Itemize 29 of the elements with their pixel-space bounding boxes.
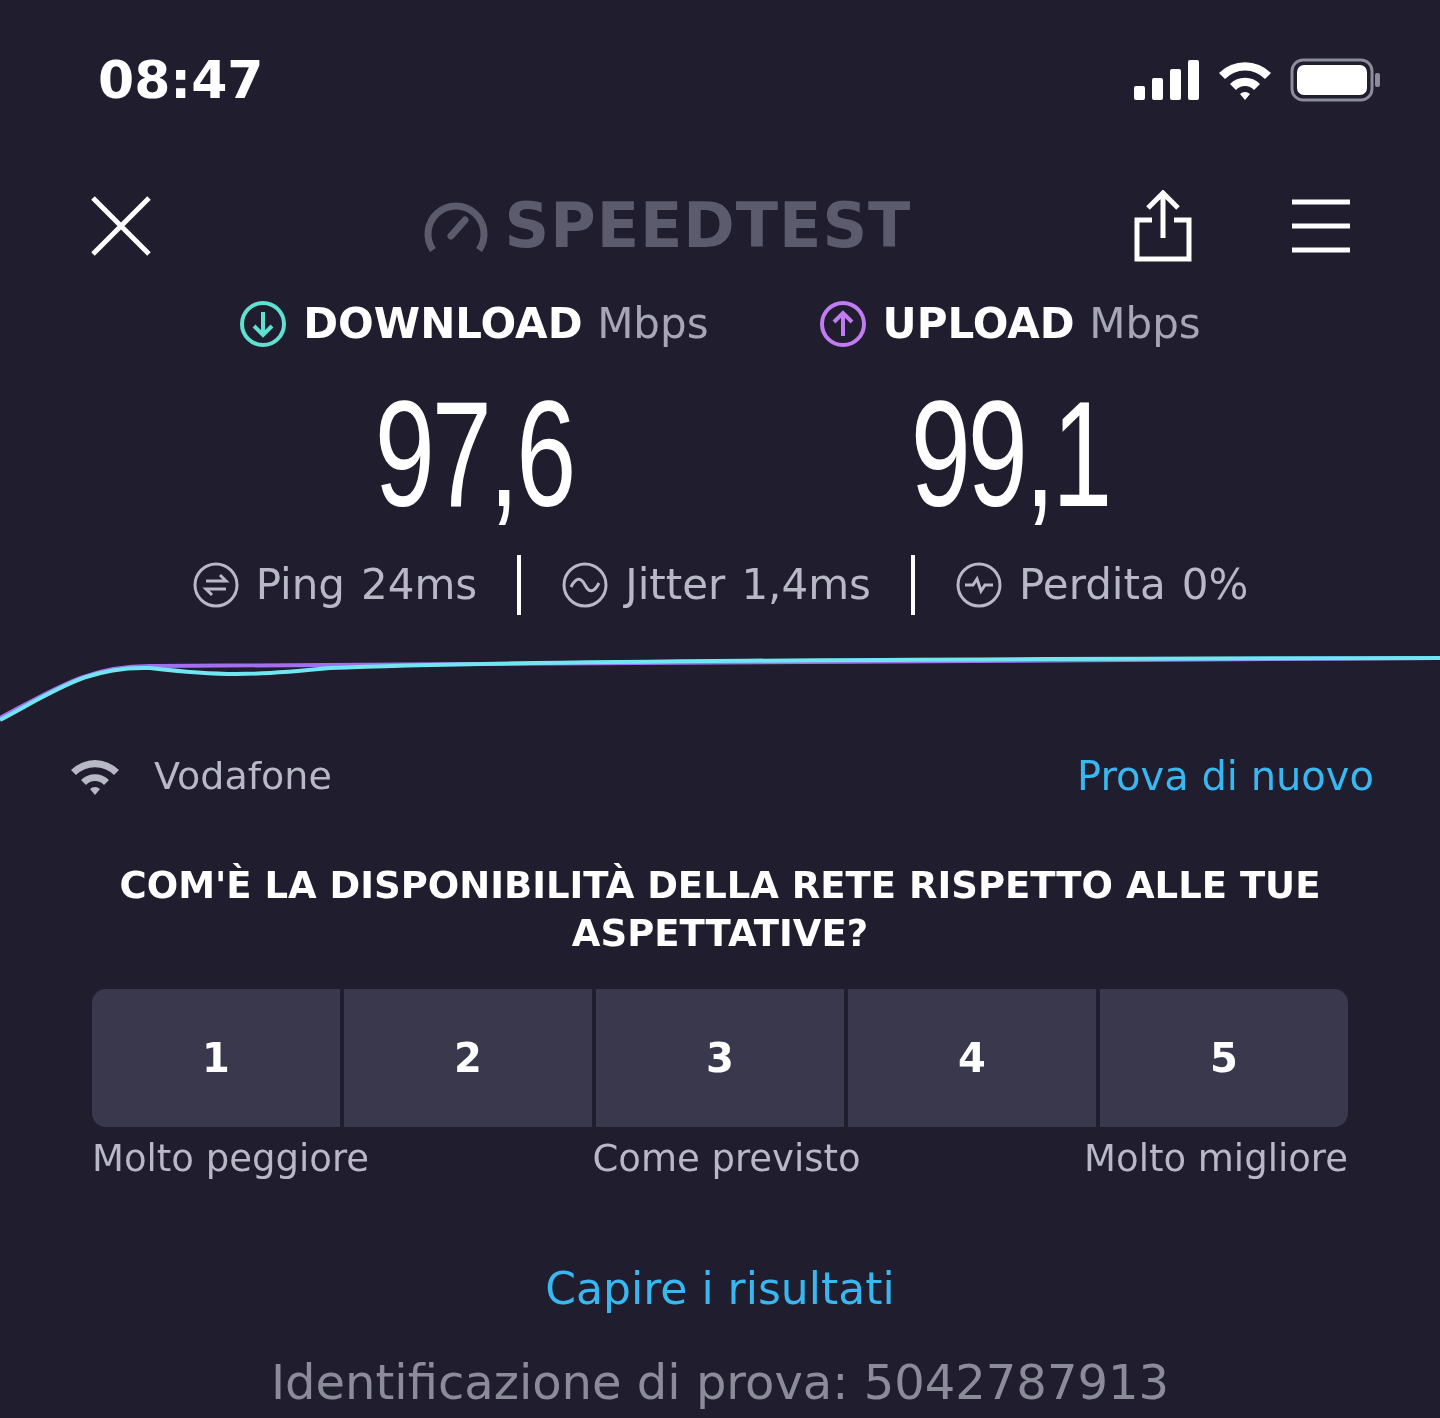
provider-name: Vodafone [154, 752, 332, 800]
jitter-icon [561, 560, 610, 609]
metric-value: 1,4ms [741, 559, 871, 612]
speed-value: 97,6 [374, 379, 574, 530]
scale-label: Molto migliore [1084, 1135, 1348, 1182]
scale-label: Come previsto [592, 1135, 861, 1182]
close-icon[interactable] [90, 194, 152, 257]
results-link[interactable]: Capire i risultati [545, 1263, 895, 1314]
retry-link[interactable]: Prova di nuovo [1077, 746, 1374, 807]
signal-icon [1134, 59, 1200, 100]
status-time: 08:47 [98, 48, 264, 112]
metric-value: 0% [1181, 559, 1249, 612]
app-logo: SPEEDTEST [504, 188, 912, 265]
result-label: DOWNLOAD Mbps [303, 298, 709, 351]
scale-label: Molto peggiore [92, 1135, 370, 1182]
test-id: Identificazione di prova: 5042787913 [270, 1354, 1170, 1410]
ping-icon [191, 560, 240, 609]
rating-button[interactable]: 1 [92, 988, 340, 1127]
result-label: UPLOAD Mbps [882, 298, 1201, 351]
loss-icon [954, 560, 1003, 609]
survey-question: COM'È LA DISPONIBILITÀ DELLA RETE RISPETTO ALLE TUE ASPETTATIVE? [118, 862, 1322, 958]
share-icon[interactable] [1134, 189, 1192, 262]
speed-value: 99,1 [910, 379, 1109, 530]
metric-label: Jitter [625, 559, 726, 612]
metric-label: Perdita [1018, 559, 1166, 612]
battery-icon [1290, 57, 1382, 102]
menu-icon[interactable] [1292, 197, 1350, 254]
metric-value: 24ms [361, 559, 478, 612]
metric-label: Ping [255, 559, 345, 612]
